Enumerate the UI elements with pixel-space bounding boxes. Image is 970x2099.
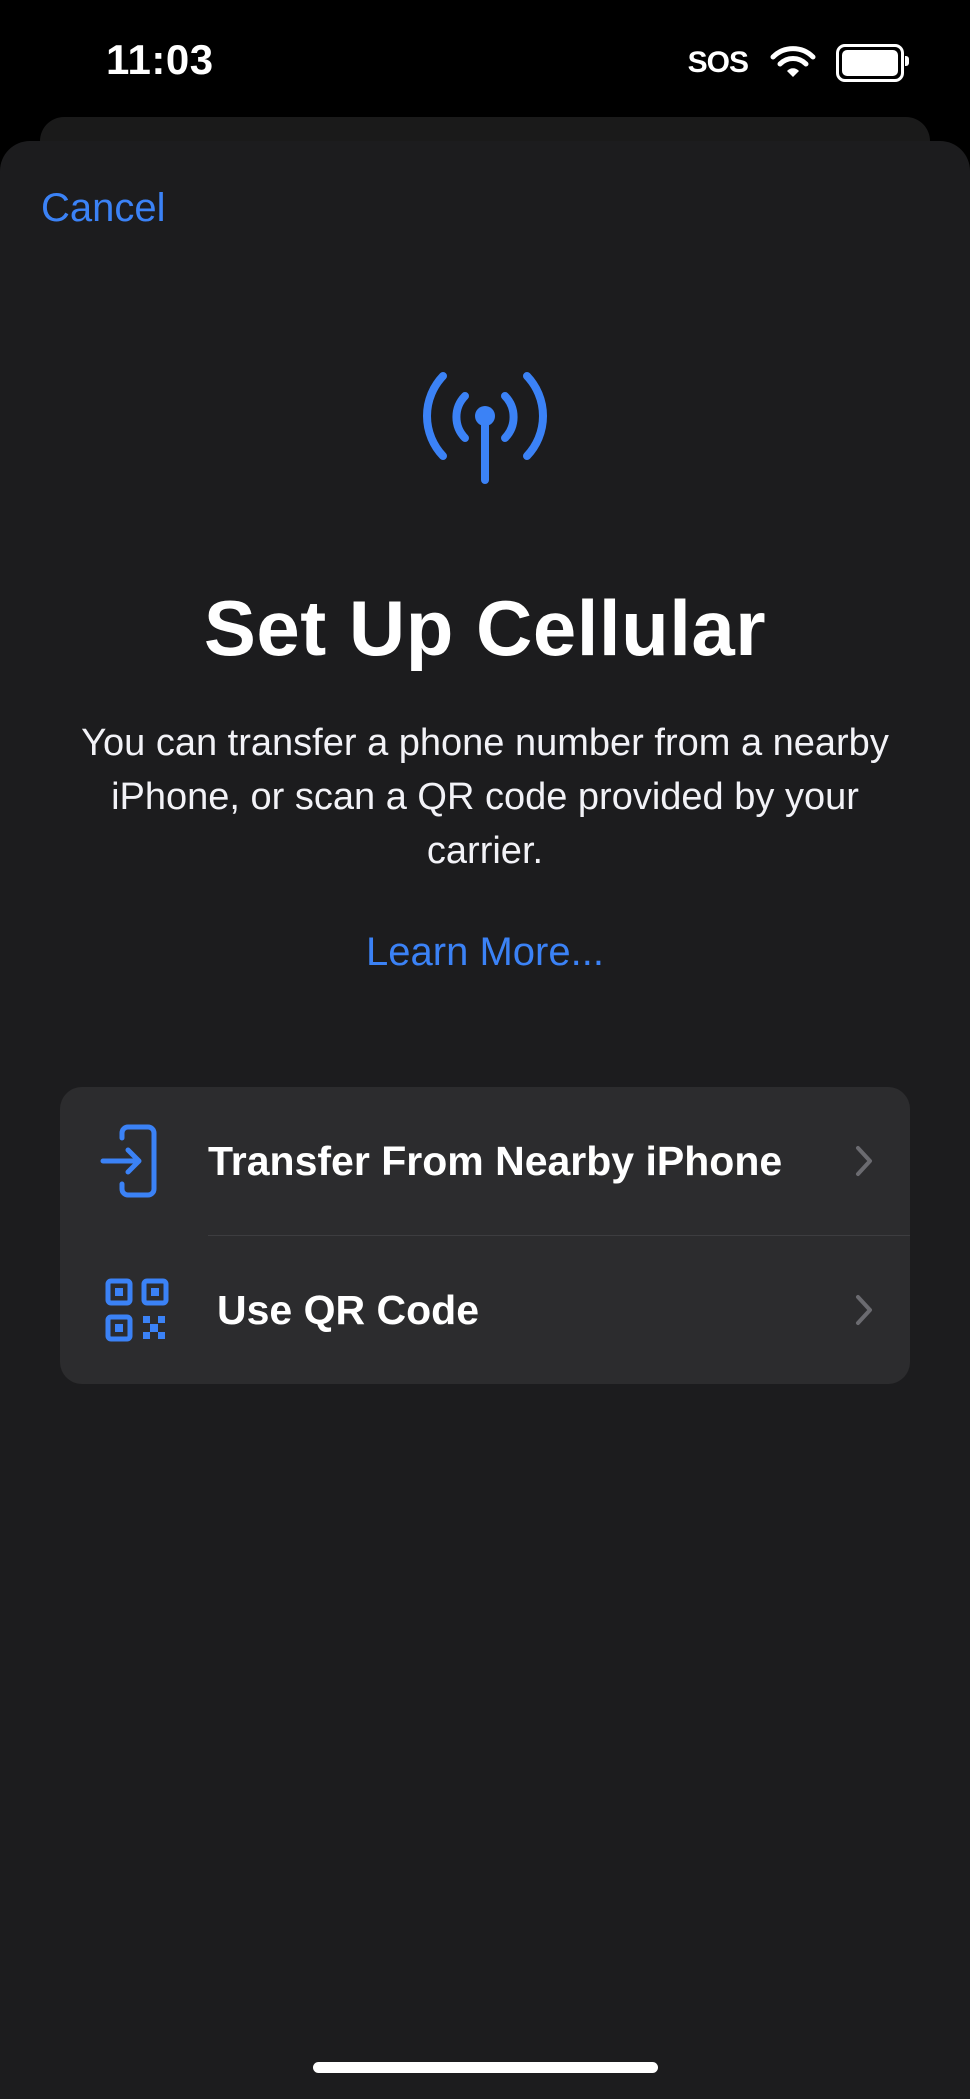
chevron-right-icon bbox=[856, 1146, 872, 1176]
qr-option-label: Use QR Code bbox=[217, 1286, 479, 1333]
transfer-option-label: Transfer From Nearby iPhone bbox=[208, 1137, 783, 1184]
page-title: Set Up Cellular bbox=[203, 584, 767, 672]
learn-more-link[interactable]: Learn More... bbox=[0, 930, 970, 975]
transfer-from-nearby-iphone-option[interactable]: Transfer From Nearby iPhone bbox=[60, 1087, 910, 1235]
home-indicator[interactable] bbox=[313, 2062, 658, 2073]
antenna-icon bbox=[423, 372, 547, 484]
phone-transfer-icon bbox=[100, 1124, 157, 1198]
cancel-button[interactable]: Cancel bbox=[41, 186, 166, 231]
description-text: You can transfer a phone number from a n… bbox=[81, 722, 889, 872]
wifi-icon bbox=[770, 46, 816, 77]
status-time: 11:03 bbox=[106, 36, 214, 83]
setup-options-list: Transfer From Nearby iPhone Use QR Code bbox=[60, 1087, 910, 1384]
screen: 11:03 SOS Cancel Set Up Cellular You can… bbox=[0, 0, 970, 2099]
sos-indicator: SOS bbox=[687, 46, 749, 79]
chevron-right-icon bbox=[856, 1295, 872, 1325]
battery-icon bbox=[836, 44, 909, 82]
status-indicators: SOS bbox=[687, 44, 909, 82]
qr-code-icon bbox=[105, 1278, 169, 1342]
use-qr-code-option[interactable]: Use QR Code bbox=[60, 1236, 910, 1384]
